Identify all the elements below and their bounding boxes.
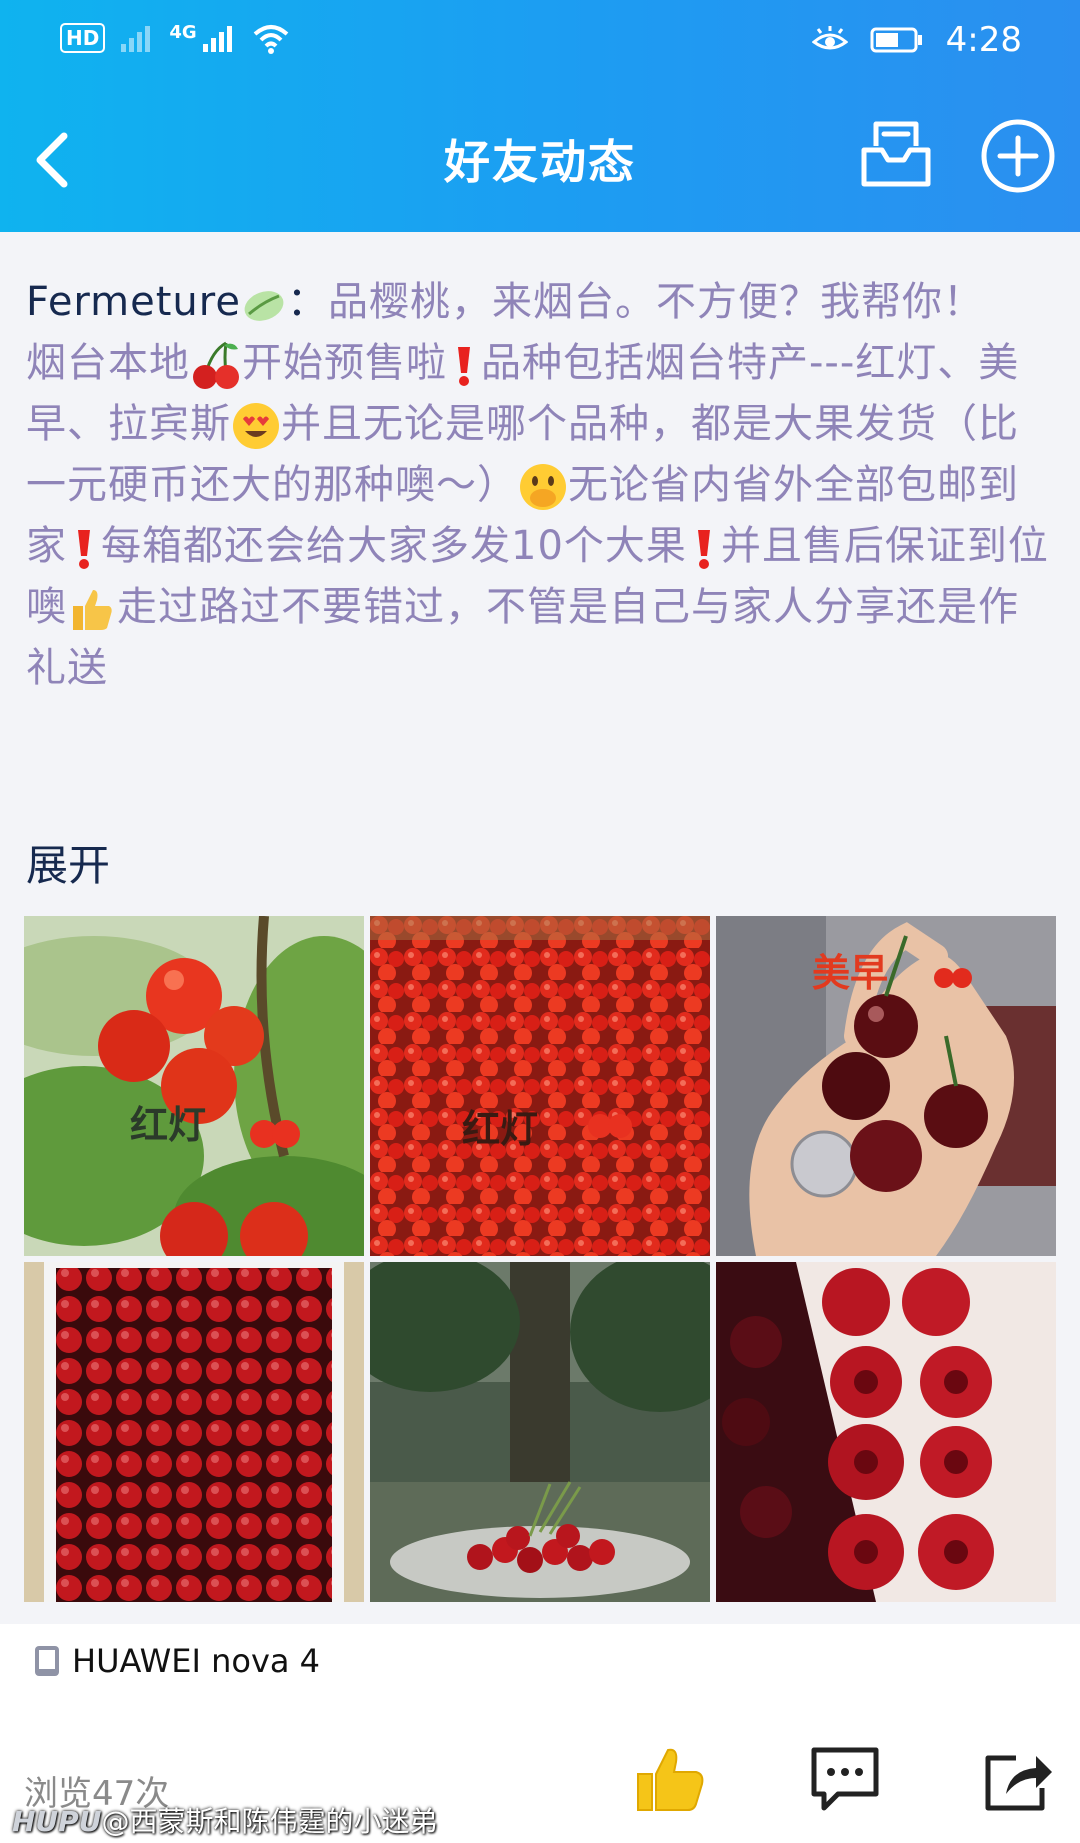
heart-eyes-emoji-icon (233, 403, 279, 449)
post-text-3: 开始预售啦 (242, 340, 447, 386)
device-name: HUAWEI nova 4 (72, 1642, 321, 1680)
exclamation-icon-2 (78, 530, 90, 569)
signal-strong-icon (202, 26, 232, 52)
cherry-photo-2 (370, 916, 710, 1256)
photo-3[interactable]: 美早 (716, 916, 1056, 1256)
nav-bar: 好友动态 (0, 90, 1080, 222)
exclamation-icon (458, 347, 470, 386)
phone-icon (35, 1646, 59, 1676)
watermark-text: @西蒙斯和陈伟霆的小迷弟 (101, 1805, 438, 1838)
battery-icon (870, 27, 922, 53)
plus-circle-icon (981, 119, 1055, 193)
exclamation-icon-3 (697, 530, 710, 569)
post-body: Fermeture ：品樱桃，来烟台。不方便？我帮你！ 烟台本地 开始预售啦 品种包括烟… (26, 272, 1056, 699)
cherry-emoji-icon (193, 341, 239, 389)
like-button[interactable] (632, 1744, 708, 1818)
mail-tray-icon (861, 121, 931, 187)
status-left: HD 4G (60, 22, 291, 54)
author-name[interactable]: Fermeture (26, 279, 241, 325)
photo-4[interactable] (24, 1262, 364, 1602)
thumbs-up-emoji-icon (73, 590, 112, 630)
post-text-1: 品樱桃，来烟台。不方便？我帮你！ (327, 279, 984, 325)
comment-button[interactable] (808, 1744, 882, 1818)
thumbs-up-icon (637, 1748, 704, 1811)
status-time: 4:28 (945, 20, 1022, 60)
hand-over-mouth-emoji-icon (520, 464, 566, 510)
comment-icon (811, 1747, 879, 1811)
cherry-photo-6 (716, 1262, 1056, 1602)
messages-button[interactable] (858, 116, 934, 192)
cherry-photo-1 (24, 916, 364, 1256)
expand-link[interactable]: 展开 (26, 832, 110, 893)
hd-badge: HD (60, 23, 106, 53)
post-text-7: 每箱都还会给大家多发10个大果 (101, 523, 687, 569)
leaf-emoji-icon (244, 291, 284, 321)
cherry-photo-5 (370, 1262, 710, 1602)
device-info: HUAWEI nova 4 (32, 1642, 320, 1680)
network-type: 4G (169, 21, 197, 43)
status-right: 4:28 (811, 20, 1022, 60)
photo-6[interactable] (716, 1262, 1056, 1602)
eye-comfort-icon (811, 26, 848, 50)
cherry-photo-4 (24, 1262, 364, 1602)
photo-5[interactable] (370, 1262, 710, 1602)
photo-label-2: 红灯 (462, 1106, 539, 1151)
add-post-button[interactable] (978, 116, 1058, 196)
wifi-icon (253, 25, 288, 54)
post-text-2: 烟台本地 (26, 340, 190, 386)
share-button[interactable] (982, 1744, 1056, 1818)
app-header: HD 4G 4:28 好友动态 (0, 0, 1080, 232)
watermark: HUPU@西蒙斯和陈伟霆的小迷弟 (12, 1800, 437, 1840)
photo-2[interactable]: 红灯 (370, 916, 710, 1256)
photo-label-3: 美早 (812, 950, 889, 995)
status-bar: HD 4G 4:28 (0, 0, 1080, 80)
photo-label-1: 红灯 (130, 1102, 207, 1147)
watermark-brand: HUPU (12, 1805, 102, 1838)
signal-weak-icon (121, 26, 151, 52)
photo-1[interactable]: 红灯 (24, 916, 364, 1256)
author-separator: ： (286, 279, 328, 325)
photo-grid: 红灯 红灯 美早 (24, 916, 1056, 1602)
post-text-9: 走过路过不要错过，不管是自己与家人分享还是作礼送 (26, 584, 1019, 691)
share-icon (985, 1755, 1052, 1811)
